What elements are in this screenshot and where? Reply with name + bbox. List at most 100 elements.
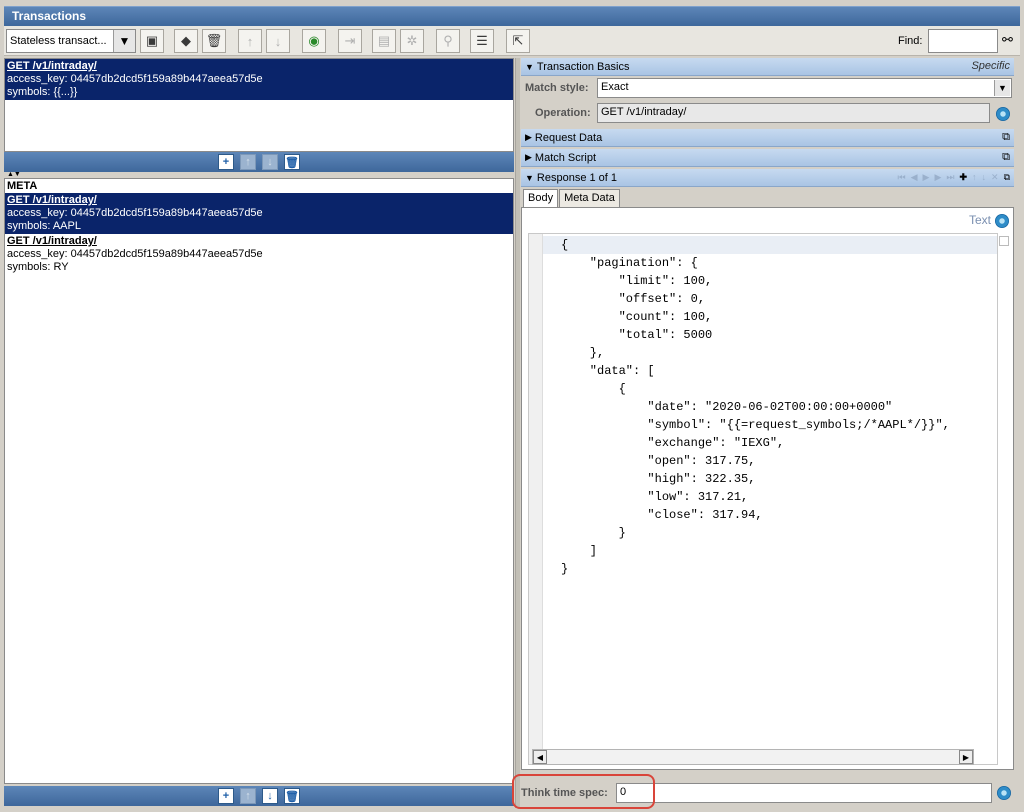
- delete-icon[interactable]: 🗑: [284, 788, 300, 804]
- meta-row[interactable]: GET /v1/intraday/ access_key: 04457db2dc…: [5, 234, 513, 275]
- code-line: {: [561, 382, 626, 396]
- code-line: "close": 317.94,: [561, 508, 763, 522]
- add-icon[interactable]: ✚: [959, 172, 967, 183]
- meta-heading: META: [7, 180, 38, 192]
- find-label: Find:: [898, 35, 923, 47]
- meta-param: access_key: 04457db2dcd5f159a89b447aeea5…: [7, 207, 263, 219]
- meta-param: symbols: RY: [7, 261, 69, 273]
- arrow-up-icon[interactable]: ↑: [238, 29, 262, 53]
- code-line: "pagination": {: [561, 256, 698, 270]
- code-line: "date": "2020-06-02T00:00:00+0000": [561, 400, 893, 414]
- transaction-row[interactable]: GET /v1/intraday/ access_key: 04457db2dc…: [5, 59, 513, 100]
- code-line: {: [543, 236, 997, 254]
- mode-select-value: Stateless transact...: [10, 35, 107, 47]
- pane-divider[interactable]: [515, 58, 520, 808]
- horizontal-scrollbar[interactable]: ◀ ▶: [532, 749, 974, 765]
- code-line: "total": 5000: [561, 328, 713, 342]
- match-style-select[interactable]: Exact ▼: [597, 78, 1012, 98]
- popout-icon[interactable]: ⧉: [1004, 172, 1010, 183]
- meta-row[interactable]: GET /v1/intraday/ access_key: 04457db2dc…: [5, 193, 513, 234]
- refresh-icon[interactable]: ◉: [302, 29, 326, 53]
- list-icon[interactable]: ☰: [470, 29, 494, 53]
- gear-icon[interactable]: [995, 214, 1009, 228]
- tab-body[interactable]: Body: [523, 189, 559, 207]
- request-data-header[interactable]: ▶ Request Data ⧉: [521, 129, 1014, 147]
- popout-icon[interactable]: ⧉: [1002, 131, 1010, 144]
- code-line: },: [561, 346, 605, 360]
- format-label[interactable]: Text: [969, 213, 991, 227]
- scroll-left-icon[interactable]: ◀: [533, 750, 547, 764]
- tab-meta-data[interactable]: Meta Data: [559, 189, 620, 207]
- transaction-param: symbols: {{...}}: [7, 86, 78, 98]
- move-up-icon[interactable]: ↑: [240, 788, 256, 804]
- merge-icon[interactable]: ⇥: [338, 29, 362, 53]
- response-header[interactable]: ▼ Response 1 of 1 ⏮ ◀ ▶ ▶ ⏭ ✚ ↑ ↓ ✕ ⧉: [521, 169, 1014, 187]
- prev-icon[interactable]: ◀: [911, 172, 918, 183]
- diamond-add-icon[interactable]: ◆: [174, 29, 198, 53]
- database-icon[interactable]: ▤: [372, 29, 396, 53]
- transaction-param: access_key: 04457db2dcd5f159a89b447aeea5…: [7, 73, 263, 85]
- last-icon[interactable]: ⏭: [946, 172, 954, 183]
- move-down-icon[interactable]: ↓: [262, 154, 278, 170]
- match-script-header[interactable]: ▶ Match Script ⧉: [521, 149, 1014, 167]
- code-line: "data": [: [561, 364, 655, 378]
- transaction-basics-title: Transaction Basics: [536, 60, 630, 73]
- delete-icon[interactable]: 🗑: [284, 154, 300, 170]
- code-line: ]: [561, 544, 598, 558]
- arrow-up-icon[interactable]: ↑: [972, 172, 977, 183]
- think-time-input[interactable]: 0: [616, 783, 992, 803]
- popout-icon[interactable]: ⇱: [506, 29, 530, 53]
- response-title: Response 1 of 1: [536, 171, 618, 184]
- match-style-label: Match style:: [525, 82, 589, 94]
- arrow-down-icon[interactable]: ↓: [982, 172, 987, 183]
- body-code[interactable]: { "pagination": { "limit": 100, "offset"…: [543, 236, 997, 578]
- chevron-down-icon[interactable]: ▼: [113, 30, 135, 52]
- next-icon[interactable]: ▶: [934, 172, 941, 183]
- highlight-box: [512, 774, 655, 809]
- gear-icon[interactable]: [997, 786, 1011, 800]
- close-icon[interactable]: ✕: [991, 172, 999, 183]
- portrait-icon[interactable]: ▣: [140, 29, 164, 53]
- find-input[interactable]: [928, 29, 998, 53]
- transaction-list-toolbar: + ↑ ↓ 🗑: [4, 152, 514, 172]
- response-nav: ⏮ ◀ ▶ ▶ ⏭ ✚ ↑ ↓ ✕ ⧉: [892, 172, 1010, 183]
- triangle-down-icon: ▼: [525, 172, 534, 183]
- trash-icon[interactable]: 🗑: [202, 29, 226, 53]
- body-editor[interactable]: { "pagination": { "limit": 100, "offset"…: [528, 233, 998, 765]
- match-script-title: Match Script: [534, 151, 597, 164]
- code-line: "limit": 100,: [561, 274, 713, 288]
- magnify-icon[interactable]: ⚲: [436, 29, 460, 53]
- chevron-down-icon[interactable]: ▼: [994, 80, 1010, 96]
- binoculars-icon[interactable]: ⚯: [1002, 32, 1013, 48]
- meta-param: access_key: 04457db2dcd5f159a89b447aeea5…: [7, 248, 263, 260]
- scroll-corner: [999, 236, 1009, 246]
- meta-list: META GET /v1/intraday/ access_key: 04457…: [4, 178, 514, 784]
- transaction-basics-header[interactable]: ▼ Transaction Basics Specific: [521, 58, 1014, 76]
- code-line: "high": 322.35,: [561, 472, 756, 486]
- move-up-icon[interactable]: ↑: [240, 154, 256, 170]
- add-icon[interactable]: +: [218, 788, 234, 804]
- add-icon[interactable]: +: [218, 154, 234, 170]
- scroll-right-icon[interactable]: ▶: [959, 750, 973, 764]
- toolbar: Stateless transact... ▼ ▣ ◆ 🗑 ↑ ↓ ◉ ⇥ ▤ …: [4, 26, 1020, 56]
- transaction-list: GET /v1/intraday/ access_key: 04457db2dc…: [4, 58, 514, 152]
- play-icon[interactable]: ▶: [923, 172, 930, 183]
- code-line: "offset": 0,: [561, 292, 706, 306]
- move-down-icon[interactable]: ↓: [262, 788, 278, 804]
- match-style-value: Exact: [601, 81, 629, 93]
- first-icon[interactable]: ⏮: [897, 172, 905, 183]
- code-line: }: [561, 526, 626, 540]
- specific-label: Specific: [971, 60, 1010, 72]
- transaction-operation: GET /v1/intraday/: [7, 60, 97, 72]
- gear-icon[interactable]: [996, 107, 1010, 121]
- popout-icon[interactable]: ⧉: [1002, 151, 1010, 164]
- triangle-right-icon: ▶: [525, 152, 532, 162]
- triangle-right-icon: ▶: [525, 132, 532, 142]
- editor-gutter: [529, 234, 543, 764]
- mode-select[interactable]: Stateless transact... ▼: [6, 29, 136, 53]
- gear-add-icon[interactable]: ✲: [400, 29, 424, 53]
- code-line: "exchange": "IEXG",: [561, 436, 785, 450]
- code-line: }: [561, 562, 569, 576]
- arrow-down-icon[interactable]: ↓: [266, 29, 290, 53]
- operation-field[interactable]: GET /v1/intraday/: [597, 103, 990, 123]
